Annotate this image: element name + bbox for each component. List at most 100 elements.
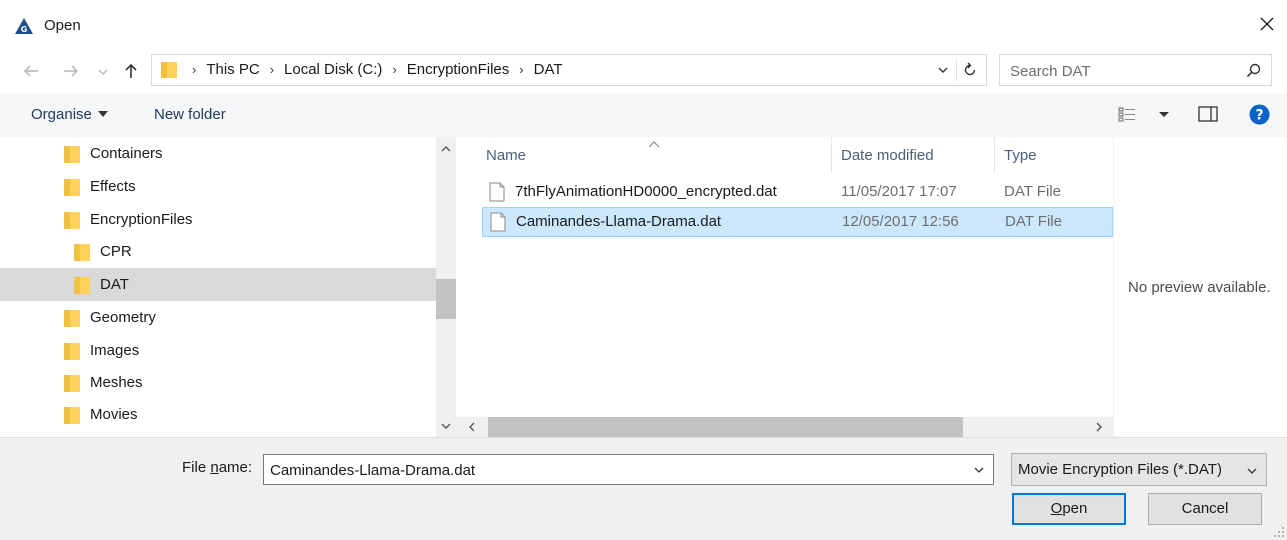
column-header-label: Name — [486, 147, 527, 164]
dialog-footer: File name: Movie Encryption Files (*.DAT… — [0, 437, 1287, 540]
file-name-combobox[interactable] — [263, 454, 994, 485]
tree-item-images[interactable]: Images — [0, 334, 436, 367]
tree-item-label: Meshes — [90, 374, 143, 391]
svg-text:G: G — [21, 25, 28, 34]
address-bar[interactable]: › This PC › Local Disk (C:) › Encryption… — [151, 54, 987, 86]
folder-icon — [64, 343, 80, 360]
folder-icon — [64, 310, 80, 327]
tree-item-meshes[interactable]: Meshes — [0, 366, 436, 399]
scroll-up-icon[interactable] — [441, 145, 451, 153]
search-icon[interactable] — [1246, 63, 1261, 78]
organise-button[interactable]: Organise — [31, 106, 108, 123]
svg-text:?: ? — [1255, 108, 1263, 124]
preview-message: No preview available. — [1128, 279, 1271, 296]
breadcrumb-separator-icon[interactable]: › — [519, 62, 523, 77]
open-button[interactable]: Open — [1012, 493, 1126, 525]
tree-item-geometry[interactable]: Geometry — [0, 301, 436, 334]
tree-item-label: CPR — [100, 243, 132, 260]
recent-locations-chevron-down-icon[interactable] — [97, 62, 109, 80]
tree-item-label: EncryptionFiles — [90, 211, 193, 228]
sort-ascending-icon — [648, 141, 660, 148]
navigation-pane: Containers Effects EncryptionFiles CPR D… — [0, 137, 436, 437]
breadcrumb-encryptionfiles[interactable]: EncryptionFiles — [407, 61, 510, 78]
tree-item-movies[interactable]: Movies — [0, 398, 436, 431]
file-type-select[interactable]: Movie Encryption Files (*.DAT) — [1011, 453, 1267, 486]
folder-icon — [64, 212, 80, 229]
file-list: Name Date modified Type 7thFlyAnimationH… — [480, 137, 1113, 437]
breadcrumb: › This PC › Local Disk (C:) › Encryption… — [182, 61, 563, 78]
file-type: DAT File — [1005, 213, 1062, 230]
breadcrumb-dat[interactable]: DAT — [534, 61, 563, 78]
tree-item-dat[interactable]: DAT — [0, 268, 436, 301]
tree-item-label: Movies — [90, 406, 138, 423]
column-header-date-modified[interactable]: Date modified — [832, 137, 994, 173]
refresh-icon[interactable] — [962, 62, 978, 78]
close-icon[interactable] — [1257, 14, 1277, 34]
folder-icon — [64, 179, 80, 196]
file-name: Caminandes-Llama-Drama.dat — [516, 213, 722, 230]
column-header-name[interactable]: Name — [480, 137, 830, 173]
scroll-right-icon[interactable] — [1095, 422, 1103, 432]
breadcrumb-this-pc[interactable]: This PC — [206, 61, 259, 78]
view-options-icon[interactable] — [1118, 105, 1136, 123]
file-row[interactable]: 7thFlyAnimationHD0000_encrypted.dat 11/0… — [482, 178, 1113, 208]
title-bar: G Open — [0, 0, 1287, 52]
back-arrow-icon[interactable] — [22, 62, 40, 80]
folder-icon — [64, 146, 80, 163]
new-folder-button[interactable]: New folder — [154, 106, 226, 123]
column-header-label: Date modified — [841, 147, 934, 164]
file-name-label-mnemonic: n — [210, 459, 219, 476]
tree-item-encryptionfiles[interactable]: EncryptionFiles — [0, 203, 436, 236]
scrollbar-thumb[interactable] — [488, 417, 963, 437]
folder-icon — [64, 407, 80, 424]
app-logo-icon: G — [15, 18, 33, 34]
folder-icon — [161, 62, 177, 78]
chevron-down-icon[interactable] — [973, 465, 985, 475]
tree-item-label: Images — [90, 342, 140, 359]
address-history-chevron-down-icon[interactable] — [936, 63, 950, 77]
pane-divider — [456, 137, 480, 437]
window-title: Open — [44, 17, 81, 34]
breadcrumb-separator-icon: › — [192, 62, 197, 77]
forward-arrow-icon[interactable] — [62, 62, 80, 80]
caret-down-icon — [97, 111, 108, 118]
breadcrumb-local-disk[interactable]: Local Disk (C:) — [284, 61, 382, 78]
open-label-mnemonic: O — [1050, 500, 1063, 517]
file-name-label: File name: — [182, 459, 252, 476]
file-name-label-part: File — [182, 459, 211, 476]
file-name-input[interactable] — [270, 460, 960, 480]
file-date: 12/05/2017 12:56 — [842, 213, 959, 230]
scroll-left-icon[interactable] — [468, 422, 476, 432]
preview-pane-icon[interactable] — [1198, 105, 1218, 123]
breadcrumb-separator-icon[interactable]: › — [270, 62, 274, 77]
open-label: pen — [1062, 500, 1088, 517]
file-icon — [489, 182, 505, 202]
navigation-vertical-scrollbar[interactable] — [436, 137, 456, 437]
breadcrumb-separator-icon[interactable]: › — [392, 62, 396, 77]
up-arrow-icon[interactable] — [122, 62, 140, 80]
scroll-down-icon[interactable] — [441, 422, 451, 430]
column-header-label: Type — [1004, 147, 1037, 164]
resize-grip-icon[interactable] — [1273, 526, 1285, 538]
tree-item-effects[interactable]: Effects — [0, 170, 436, 203]
tree-item-cpr[interactable]: CPR — [0, 235, 436, 268]
file-name-label-part: ame: — [218, 459, 253, 476]
file-type: DAT File — [1004, 183, 1061, 200]
search-box[interactable] — [999, 54, 1272, 86]
tree-item-containers[interactable]: Containers — [0, 137, 436, 170]
tree-item-label: DAT — [100, 276, 129, 293]
chevron-down-icon[interactable] — [1246, 466, 1258, 476]
search-input[interactable] — [1010, 61, 1230, 81]
file-row-selected[interactable]: Caminandes-Llama-Drama.dat 12/05/2017 12… — [482, 207, 1113, 237]
cancel-button[interactable]: Cancel — [1148, 493, 1262, 525]
scrollbar-thumb[interactable] — [436, 279, 456, 319]
file-date: 11/05/2017 17:07 — [841, 183, 957, 200]
view-options-caret-down-icon[interactable] — [1158, 105, 1170, 123]
column-header-type[interactable]: Type — [995, 137, 1113, 173]
address-divider — [956, 59, 957, 81]
command-toolbar: Organise New folder ? — [0, 94, 1287, 137]
organise-label: Organise — [31, 106, 92, 123]
tree-item-label: Effects — [90, 178, 136, 195]
file-list-horizontal-scrollbar[interactable] — [456, 417, 1113, 437]
help-icon[interactable]: ? — [1249, 104, 1270, 125]
